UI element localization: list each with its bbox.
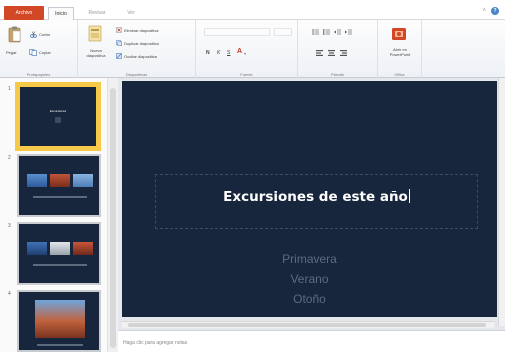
bold-button[interactable]: N	[206, 50, 210, 56]
thumbnail-scrollbar[interactable]	[107, 78, 118, 352]
slide-thumbnail-3[interactable]	[17, 222, 101, 285]
copy-icon[interactable]	[29, 49, 37, 56]
align-center-icon[interactable]	[328, 50, 335, 56]
thumbnail-photo	[73, 242, 93, 255]
office-group-label: Office	[394, 72, 405, 77]
subtitle-line[interactable]: Otoño	[122, 289, 497, 309]
hide-slide-icon[interactable]	[116, 53, 122, 59]
notes-placeholder[interactable]: Haga clic para agregar notas	[123, 340, 187, 346]
decrease-indent-icon[interactable]	[334, 29, 341, 35]
copy-label[interactable]: Copiar	[39, 50, 51, 55]
thumbnail-photo	[27, 242, 47, 255]
thumbnail-caption-line	[37, 344, 83, 346]
font-group-label: Fuente	[240, 72, 253, 77]
slide-title[interactable]: Excursiones de este año	[156, 189, 477, 205]
thumbnail-caption-line	[33, 196, 87, 198]
current-slide[interactable]: Excursiones de este año Primavera Verano…	[122, 81, 497, 317]
horizontal-scrollbar[interactable]	[122, 321, 494, 328]
slide-thumbnail-2[interactable]	[17, 154, 101, 217]
text-cursor	[408, 189, 410, 203]
numbered-list-icon[interactable]	[323, 29, 330, 35]
font-color-button[interactable]: A	[237, 48, 242, 55]
title-placeholder[interactable]: Excursiones de este año	[155, 174, 478, 229]
thumbnail-photo	[35, 300, 85, 338]
duplicate-slide-label[interactable]: Duplicar diapositiva	[124, 41, 159, 46]
thumbnail-caption-line	[33, 264, 87, 266]
font-group: N K S A ▾ Fuente	[196, 20, 298, 78]
subtitle-placeholder[interactable]: Primavera Verano Otoño	[122, 249, 497, 309]
thumbnail-photo	[50, 242, 70, 255]
subtitle-line[interactable]: Verano	[122, 269, 497, 289]
ribbon-tab-row: Archivo Inicio Revisar Ver ˄ ?	[0, 0, 505, 20]
paste-icon[interactable]	[8, 26, 21, 43]
slide-thumbnail-pane: 1 Excursiones 2 3 4	[0, 78, 118, 352]
thumbnail-scrollbar-thumb[interactable]	[110, 88, 116, 348]
vertical-scrollbar[interactable]	[498, 78, 505, 326]
minimize-ribbon-icon[interactable]: ˄	[482, 8, 486, 14]
thumbnail-number: 2	[8, 155, 11, 161]
new-slide-icon[interactable]	[88, 25, 102, 42]
paragraph-group-label: Párrafo	[330, 72, 345, 77]
slide-thumbnail-1[interactable]: Excursiones	[15, 82, 101, 151]
thumbnail-number: 1	[8, 86, 11, 92]
slide-thumbnail-4[interactable]	[17, 290, 101, 352]
slide-title-text[interactable]: Excursiones de este año	[223, 189, 408, 205]
align-right-icon[interactable]	[340, 50, 347, 56]
clipboard-group: Pegar Cortar Copiar Portapapeles	[0, 20, 78, 78]
bullet-list-icon[interactable]	[312, 29, 319, 35]
thumbnail-title: Excursiones	[49, 109, 67, 113]
font-color-dropdown-icon[interactable]: ▾	[244, 51, 246, 56]
delete-slide-icon[interactable]	[116, 27, 122, 33]
delete-slide-label[interactable]: Eliminar diapositiva	[124, 28, 158, 33]
duplicate-slide-icon[interactable]	[116, 40, 123, 47]
powerpoint-icon[interactable]	[391, 26, 407, 42]
font-name-box[interactable]	[204, 28, 270, 36]
italic-button[interactable]: K	[217, 50, 220, 56]
increase-indent-icon[interactable]	[345, 29, 352, 35]
slides-group-label: Diapositivas	[125, 72, 148, 77]
new-slide-label[interactable]: Nueva diapositiva	[81, 48, 111, 58]
thumbnail-number: 4	[8, 291, 11, 297]
align-left-icon[interactable]	[316, 50, 323, 56]
thumbnail-photo	[50, 174, 70, 187]
tab-home[interactable]: Inicio	[48, 7, 74, 20]
help-icon[interactable]: ?	[491, 7, 499, 15]
thumbnail-photo	[73, 174, 93, 187]
ribbon: Pegar Cortar Copiar Portapapeles Nueva d…	[0, 20, 505, 78]
font-size-box[interactable]	[274, 28, 292, 36]
office-group: Abrir en PowerPoint Office	[378, 20, 422, 78]
thumbnail-mini-text	[55, 117, 61, 123]
hide-slide-label[interactable]: Ocultar diapositiva	[124, 54, 157, 59]
notes-pane[interactable]: Haga clic para agregar notas	[118, 330, 505, 352]
cut-label[interactable]: Cortar	[39, 32, 50, 37]
thumbnail-photo	[27, 174, 47, 187]
tab-file[interactable]: Archivo	[4, 6, 44, 20]
cut-icon[interactable]	[30, 31, 37, 38]
subtitle-line[interactable]: Primavera	[122, 249, 497, 269]
slides-group: Nueva diapositiva Eliminar diapositiva D…	[78, 20, 196, 78]
thumbnail-number: 3	[8, 223, 11, 229]
horizontal-scrollbar-thumb[interactable]	[128, 323, 486, 327]
paragraph-group: Párrafo	[298, 20, 378, 78]
open-in-powerpoint-label[interactable]: Abrir en PowerPoint	[380, 47, 420, 57]
paste-label[interactable]: Pegar	[6, 50, 17, 55]
underline-button[interactable]: S	[227, 50, 230, 56]
clipboard-group-label: Portapapeles	[26, 72, 51, 77]
tab-view[interactable]: Ver	[120, 7, 142, 20]
tab-review[interactable]: Revisar	[80, 7, 114, 20]
slide-edit-area: Excursiones de este año Primavera Verano…	[118, 78, 505, 352]
